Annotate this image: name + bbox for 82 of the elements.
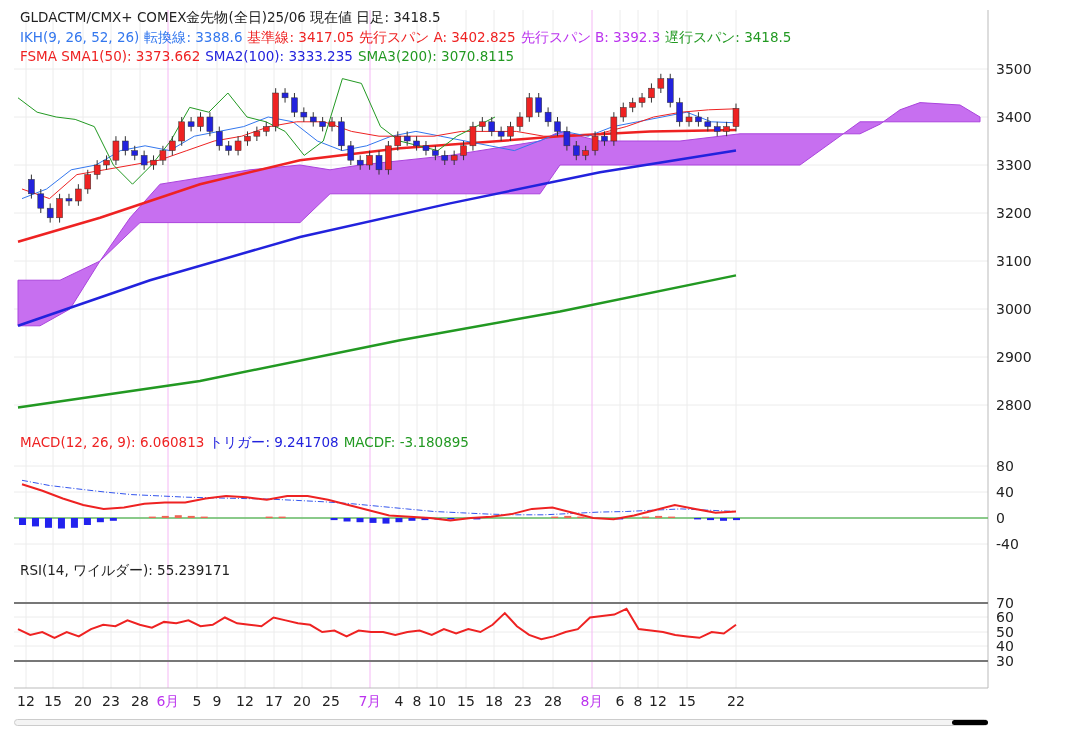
histogram-bar [161, 515, 169, 518]
histogram-bar [382, 518, 390, 524]
axis-label: 20 [74, 692, 92, 710]
axis-label: 3400 [996, 109, 1032, 125]
histogram-bar [421, 518, 429, 521]
histogram-bar [395, 518, 403, 523]
axis-label: 40 [996, 484, 1014, 500]
legend-label: GLDACTM/CMX+ COMEX金先物(全日)25/06 現在値 日足: 3418.5 [20, 8, 441, 27]
legend-label: MACDF: -3.180895 [343, 433, 469, 452]
axis-label: -40 [996, 536, 1019, 552]
histogram-bar [174, 515, 182, 518]
axis-label: 23 [514, 692, 532, 710]
histogram-bar [44, 518, 52, 528]
histogram-bar [343, 518, 351, 522]
legend-label: FSMA SMA1(50): 3373.662 [20, 47, 201, 66]
axis-label: 3500 [996, 61, 1032, 77]
axis-label: 7月 [358, 692, 382, 710]
histogram-bar [109, 518, 117, 521]
histogram-bar [32, 518, 39, 527]
legend-label: 先行スパン B: 3392.3 [520, 27, 661, 47]
axis-label: 12 [17, 692, 35, 710]
axis-label: 9 [212, 692, 222, 710]
histogram-bar [564, 515, 572, 518]
axis-label: 50 [996, 624, 1014, 640]
axis-label: 2800 [996, 397, 1032, 413]
histogram-bar [187, 515, 195, 518]
histogram-bar [408, 518, 416, 521]
axis-label: 40 [996, 638, 1014, 654]
histogram-bar [57, 518, 65, 529]
axis-label: 25 [322, 692, 340, 710]
histogram-bar [733, 518, 740, 521]
axis-label: 28 [131, 692, 149, 710]
axis-label: 23 [102, 692, 120, 710]
axis-label: 80 [996, 458, 1014, 474]
histogram-bar [330, 518, 338, 521]
histogram-bar [356, 518, 364, 523]
histogram-bar [707, 518, 715, 521]
axis-label: 6 [615, 692, 625, 710]
axis-label: 15 [457, 692, 475, 710]
axis-label: 5 [192, 692, 202, 710]
histogram-bar [70, 518, 78, 528]
legend-label: トリガー: 9.241708 [209, 433, 339, 452]
axis-label: 15 [44, 692, 62, 710]
axis-label: 30 [996, 653, 1014, 669]
axis-label: 20 [293, 692, 311, 710]
axis-label: 28 [544, 692, 562, 710]
histogram-bar [369, 518, 377, 523]
legend-label: 基準線: 3417.05 [247, 27, 355, 47]
axis-label: 3000 [996, 301, 1032, 317]
axis-label: 8月 [580, 692, 604, 710]
axis-label: 6月 [156, 692, 180, 710]
legend-label: 先行スパン A: 3402.825 [359, 27, 516, 47]
axis-label: 3200 [996, 205, 1032, 221]
axis-label: 12 [236, 692, 254, 710]
legend-label: IKH(9, 26, 52, 26) [20, 27, 140, 47]
legend-label: SMA2(100): 3333.235 [205, 47, 353, 66]
axis-label: 3100 [996, 253, 1032, 269]
histogram-bar [19, 518, 26, 525]
axis-label: 15 [678, 692, 696, 710]
axis-label: 8 [633, 692, 643, 710]
legend-label: 転換線: 3388.6 [144, 27, 243, 47]
axis-label: 3300 [996, 157, 1032, 173]
legend-label: 遅行スパン: 3418.5 [665, 27, 792, 47]
axis-label: 4 [394, 692, 404, 710]
axis-label: 22 [727, 692, 745, 710]
axis-label: 8 [412, 692, 422, 710]
scrollbar-thumb[interactable] [952, 720, 988, 725]
axis-label: 70 [996, 595, 1014, 611]
histogram-bar [83, 518, 91, 525]
histogram-bar [720, 518, 727, 521]
histogram-bar [96, 518, 104, 523]
legend-label: RSI(14, ワイルダー): 55.239171 [20, 561, 231, 580]
axis-label: 10 [428, 692, 446, 710]
axis-label: 17 [265, 692, 283, 710]
legend-label: MACD(12, 26, 9): 6.060813 [20, 433, 205, 452]
axis-label: 2900 [996, 349, 1032, 365]
axis-label: 12 [649, 692, 667, 710]
legend-label: SMA3(200): 3070.8115 [357, 47, 515, 66]
axis-label: 0 [996, 510, 1005, 526]
axis-label: 60 [996, 609, 1014, 625]
axis-label: 18 [485, 692, 503, 710]
histogram-bar [655, 515, 663, 518]
